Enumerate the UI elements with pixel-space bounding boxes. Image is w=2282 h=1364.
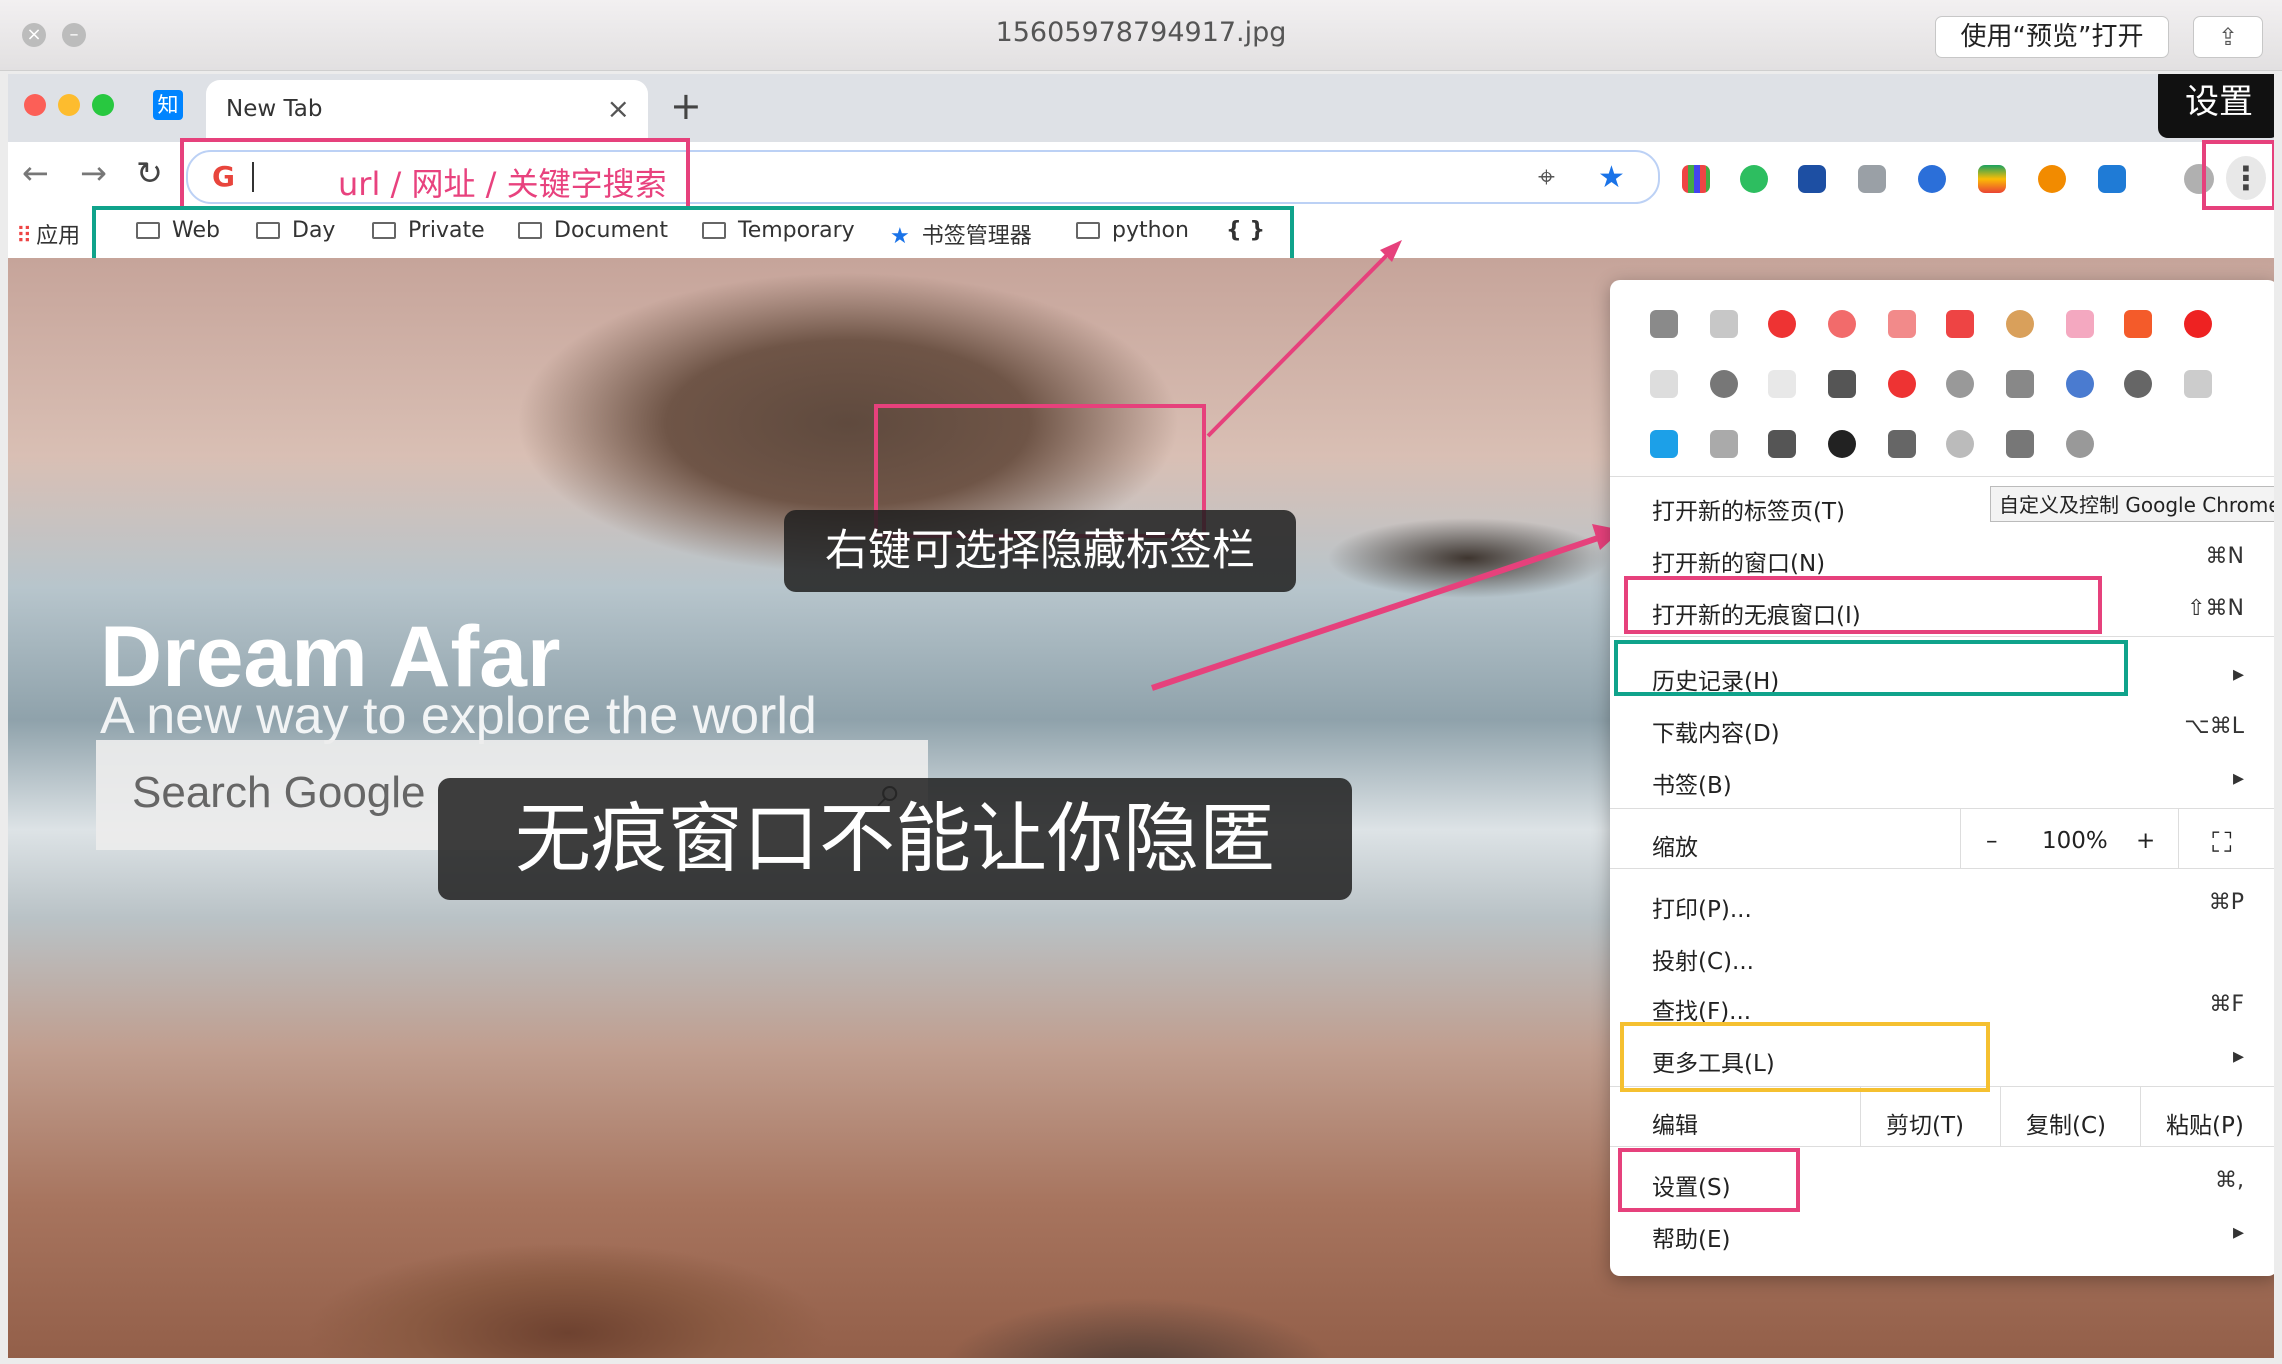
edit-divider	[2000, 1086, 2001, 1146]
zoom-in-button[interactable]: +	[2136, 828, 2155, 854]
stack-ext-icon[interactable]	[1828, 370, 1856, 398]
menu-tooltip: 自定义及控制 Google Chrome	[1990, 486, 2274, 522]
zoom-divider	[1960, 808, 1961, 868]
arrow-to-incognito	[1151, 533, 1605, 691]
menu-separator	[1610, 868, 2274, 869]
open-with-preview-button[interactable]: 使用“预览”打开	[1935, 16, 2169, 58]
settings-highlight-box	[1618, 1148, 1800, 1212]
help-arrow-icon: ▸	[2232, 1220, 2244, 1245]
downloads-shortcut: ⌥⌘L	[2184, 714, 2244, 739]
dot-ext-icon[interactable]	[1650, 370, 1678, 398]
half-circle-ext-icon[interactable]	[1946, 430, 1974, 458]
new-window-shortcut: ⌘N	[2205, 544, 2244, 569]
menu-cast[interactable]: 投射(C)...	[1652, 942, 1754, 976]
refresh-ext-icon[interactable]	[2184, 310, 2212, 338]
bookmarks-arrow-icon: ▸	[2232, 766, 2244, 791]
bell-ext-icon[interactable]	[2184, 370, 2212, 398]
zoom-divider	[2178, 808, 2179, 868]
menu-separator	[1610, 808, 2274, 809]
pdf-ext-icon[interactable]	[2124, 310, 2152, 338]
shield-ext-icon[interactable]	[1888, 310, 1916, 338]
gmail-ext-icon[interactable]	[1650, 310, 1678, 338]
menu-separator	[1610, 1146, 2274, 1147]
abp-ext-icon[interactable]	[1768, 310, 1796, 338]
settings-shortcut: ⌘,	[2215, 1168, 2244, 1193]
menu-new-tab[interactable]: 打开新的标签页(T)	[1652, 492, 1845, 526]
arrow-to-bookmarks	[1206, 248, 1394, 438]
menu-find[interactable]: 查找(F)...	[1652, 992, 1751, 1026]
chrome-main-menu: 打开新的标签页(T) 打开新的窗口(N) ⌘N 打开新的无痕窗口(I) ⇧⌘N …	[1610, 280, 2274, 1276]
menu-new-window[interactable]: 打开新的窗口(N)	[1652, 544, 1825, 578]
menu-separator	[1610, 476, 2274, 477]
ghostery-ext-icon[interactable]	[1650, 430, 1678, 458]
check-ext-icon[interactable]	[1946, 370, 1974, 398]
menu-copy[interactable]: 复制(C)	[2026, 1106, 2106, 1140]
history-arrow-icon: ▸	[2232, 662, 2244, 687]
pin-ext-icon[interactable]	[1888, 370, 1916, 398]
drive-ext-icon[interactable]	[2006, 370, 2034, 398]
edit-divider	[2140, 1086, 2141, 1146]
zoom-out-button[interactable]: –	[1986, 828, 1998, 854]
download-tray-ext-icon[interactable]	[1768, 430, 1796, 458]
tv-ext-icon[interactable]	[2066, 310, 2094, 338]
fullscreen-icon[interactable]: ⛶	[2212, 826, 2232, 860]
umbrella-ext-icon[interactable]	[2066, 430, 2094, 458]
share-icon[interactable]: ⇪	[2193, 16, 2263, 58]
incognito-shortcut: ⇧⌘N	[2187, 596, 2244, 621]
clipboard-ext-icon[interactable]	[1710, 310, 1738, 338]
network-ext-icon[interactable]	[1710, 430, 1738, 458]
spiral-ext-icon[interactable]	[1710, 370, 1738, 398]
chrome-window: 知 New Tab × + ← → ↻ G url / 网址 / 关键字搜索 ⌖…	[8, 74, 2274, 1358]
preview-titlebar: × – 15605978794917.jpg 使用“预览”打开 ⇪	[0, 0, 2282, 71]
zoom-level: 100%	[2042, 828, 2108, 854]
menu-bookmarks[interactable]: 书签(B)	[1652, 766, 1732, 800]
print-shortcut: ⌘P	[2208, 890, 2244, 915]
face-ext-icon[interactable]	[1828, 310, 1856, 338]
menu-print[interactable]: 打印(P)...	[1652, 890, 1752, 924]
menu-help[interactable]: 帮助(E)	[1652, 1220, 1730, 1254]
squirrel-ext-icon[interactable]	[2006, 430, 2034, 458]
menu-paste[interactable]: 粘贴(P)	[2166, 1106, 2244, 1140]
more-tools-arrow-icon: ▸	[2232, 1044, 2244, 1069]
history-highlight-box	[1614, 640, 2128, 696]
globe-ext-icon[interactable]	[2066, 370, 2094, 398]
cookie-ext-icon[interactable]	[2006, 310, 2034, 338]
menu-zoom-label: 缩放	[1652, 835, 1698, 861]
film-ext-icon[interactable]	[2124, 370, 2152, 398]
find-shortcut: ⌘F	[2209, 992, 2244, 1017]
edit-divider	[1860, 1086, 1861, 1146]
menu-separator	[1610, 636, 2274, 637]
map-ext-icon[interactable]	[1768, 370, 1796, 398]
incognito-highlight-box	[1624, 576, 2102, 634]
menu-edit-label: 编辑	[1652, 1113, 1698, 1139]
menu-cut[interactable]: 剪切(T)	[1886, 1106, 1964, 1140]
black-circle-ext-icon[interactable]	[1828, 430, 1856, 458]
more-tools-highlight-box	[1620, 1022, 1990, 1092]
translate-ext-icon[interactable]	[1946, 310, 1974, 338]
cat-ext-icon[interactable]	[1888, 430, 1916, 458]
menu-downloads[interactable]: 下载内容(D)	[1652, 714, 1780, 748]
